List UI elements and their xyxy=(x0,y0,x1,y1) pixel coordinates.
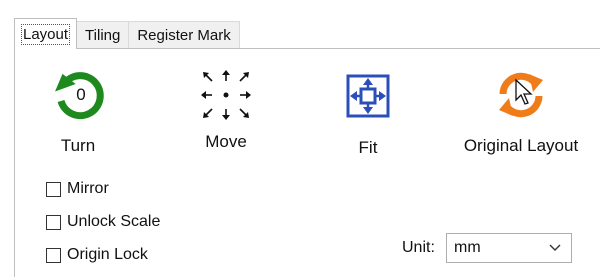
turn-label: Turn xyxy=(60,136,96,155)
unit-select[interactable]: mm xyxy=(446,233,572,263)
unlock-scale-option[interactable]: Unlock Scale xyxy=(46,213,160,231)
original-layout-label: Original Layout xyxy=(463,136,579,155)
turn-button[interactable]: 0 Turn xyxy=(38,64,118,156)
move-arrows-icon xyxy=(201,70,251,120)
original-layout-button[interactable]: Original Layout xyxy=(448,66,594,156)
tab-tiling[interactable]: Tiling xyxy=(76,21,130,49)
mirror-label: Mirror xyxy=(67,180,109,197)
origin-lock-option[interactable]: Origin Lock xyxy=(46,246,148,264)
origin-lock-checkbox[interactable] xyxy=(46,247,61,263)
fit-icon xyxy=(346,74,390,118)
tab-tiling-label: Tiling xyxy=(85,27,121,44)
reset-layout-icon xyxy=(499,72,543,118)
unit-label: Unit: xyxy=(402,239,435,256)
chevron-down-icon xyxy=(549,244,561,251)
tab-layout-label: Layout xyxy=(20,23,71,45)
unlock-scale-label: Unlock Scale xyxy=(67,213,161,230)
fit-label: Fit xyxy=(358,138,378,157)
unlock-scale-checkbox[interactable] xyxy=(46,214,61,230)
tab-layout[interactable]: Layout xyxy=(14,18,78,50)
layout-dialog: Layout Tiling Register Mark 0 Turn Move … xyxy=(0,0,600,277)
turn-value: 0 xyxy=(76,85,85,104)
tab-register-mark[interactable]: Register Mark xyxy=(128,21,240,49)
move-button[interactable]: Move xyxy=(186,68,266,152)
unit-value: mm xyxy=(454,239,481,256)
fit-button[interactable]: Fit xyxy=(328,70,408,158)
move-label: Move xyxy=(205,132,247,151)
mirror-checkbox[interactable] xyxy=(46,181,61,197)
mirror-option[interactable]: Mirror xyxy=(46,180,109,198)
origin-lock-label: Origin Lock xyxy=(67,246,148,263)
rotate-icon: 0 xyxy=(55,72,104,120)
tab-register-mark-label: Register Mark xyxy=(137,27,231,44)
tab-bar: Layout Tiling Register Mark xyxy=(14,18,240,50)
